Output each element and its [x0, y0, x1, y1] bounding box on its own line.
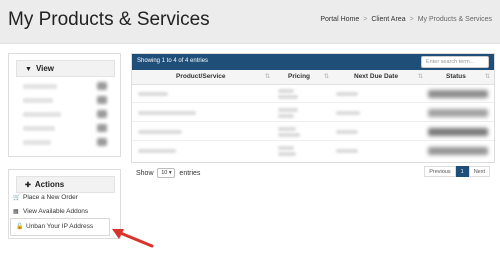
sort-icon[interactable]: ⇅ — [265, 73, 270, 80]
column-product-service[interactable]: Product/Service — [176, 73, 226, 80]
column-pricing[interactable]: Pricing — [288, 73, 310, 80]
unban-ip-address-link[interactable]: 🔓 Unban Your IP Address — [16, 223, 93, 230]
table-toolbar: Showing 1 to 4 of 4 entries Enter search… — [132, 54, 494, 70]
status-badge — [428, 147, 488, 155]
actions-panel-header: ✚ Actions — [16, 176, 115, 193]
pricing-cell — [278, 89, 294, 93]
product-cell — [138, 111, 196, 115]
product-cell — [138, 149, 176, 153]
product-cell — [138, 92, 168, 96]
table-row[interactable] — [132, 123, 494, 141]
view-filter-item[interactable] — [23, 98, 53, 103]
breadcrumb-separator: > — [409, 16, 414, 23]
filter-icon: ▼ — [25, 66, 32, 73]
cubes-icon: ▦ — [13, 209, 19, 215]
entries-info: Showing 1 to 4 of 4 entries — [137, 58, 209, 64]
services-table: Showing 1 to 4 of 4 entries Enter search… — [131, 53, 495, 163]
breadcrumb-current: My Products & Services — [417, 16, 492, 23]
view-filter-item[interactable] — [23, 84, 57, 89]
view-filter-count-badge — [97, 96, 107, 104]
pagination: Previous 1 Next — [424, 166, 490, 177]
column-status[interactable]: Status — [446, 73, 466, 80]
view-panel-title: View — [35, 64, 55, 73]
view-filter-item[interactable] — [23, 126, 55, 131]
view-filter-item[interactable] — [23, 112, 61, 117]
pricing-cell — [278, 114, 294, 118]
table-row[interactable] — [132, 142, 494, 160]
sort-icon[interactable]: ⇅ — [485, 73, 490, 80]
due-date-cell — [336, 130, 358, 134]
chevron-down-icon: ▾ — [168, 170, 172, 176]
view-filter-count-badge — [97, 124, 107, 132]
actions-panel-title: Actions — [34, 180, 65, 189]
table-search-input[interactable]: Enter search term... — [421, 56, 489, 68]
pricing-cell — [278, 95, 298, 99]
pagination-page-1-button[interactable]: 1 — [455, 166, 469, 177]
pricing-cell — [278, 133, 300, 137]
shopping-cart-icon: 🛒 — [13, 195, 21, 201]
sort-icon[interactable]: ⇅ — [418, 73, 423, 80]
page-size-value: 10 — [161, 170, 168, 176]
unban-ip-address-label: Unban Your IP Address — [26, 223, 94, 230]
page-size-select[interactable]: 10 ▾ — [157, 168, 176, 178]
table-row[interactable] — [132, 85, 494, 103]
page-header: My Products & Services Portal Home > Clien… — [0, 0, 500, 44]
column-next-due-date[interactable]: Next Due Date — [354, 73, 398, 80]
breadcrumb: Portal Home > Client Area > My Products & Se… — [320, 16, 492, 23]
view-panel-header[interactable]: ▼ View — [16, 60, 115, 77]
pagination-previous-button[interactable]: Previous — [424, 166, 456, 177]
breadcrumb-portal-home[interactable]: Portal Home — [320, 16, 359, 23]
view-filter-count-badge — [97, 110, 107, 118]
view-filter-item[interactable] — [23, 140, 51, 145]
unlock-icon: 🔓 — [16, 224, 24, 230]
entries-label: entries — [179, 169, 201, 177]
pricing-cell — [278, 108, 298, 112]
table-row[interactable] — [132, 104, 494, 122]
breadcrumb-separator: > — [363, 16, 368, 23]
due-date-cell — [336, 149, 358, 153]
place-new-order-link[interactable]: 🛒 Place a New Order — [13, 194, 78, 201]
pricing-cell — [278, 146, 294, 150]
due-date-cell — [336, 92, 358, 96]
pricing-cell — [278, 152, 296, 156]
due-date-cell — [336, 111, 360, 115]
place-new-order-label: Place a New Order — [23, 194, 78, 201]
table-header: Product/Service ⇅ Pricing ⇅ Next Due Dat… — [132, 70, 494, 85]
status-badge — [428, 90, 488, 98]
pagination-next-button[interactable]: Next — [468, 166, 490, 177]
view-filter-count-badge — [97, 138, 107, 146]
view-filter-count-badge — [97, 82, 107, 90]
show-label: Show — [136, 169, 154, 177]
status-badge — [428, 109, 488, 117]
status-badge — [428, 128, 488, 136]
pricing-cell — [278, 127, 296, 131]
sort-icon[interactable]: ⇅ — [324, 73, 329, 80]
page-title: My Products & Services — [8, 9, 210, 30]
breadcrumb-client-area[interactable]: Client Area — [371, 16, 405, 23]
view-available-addons-link[interactable]: ▦ View Available Addons — [13, 208, 88, 215]
view-panel: ▼ View — [8, 53, 121, 157]
plus-icon: ✚ — [25, 182, 31, 189]
page-size-control: Show 10 ▾ entries — [136, 168, 200, 178]
view-available-addons-label: View Available Addons — [23, 208, 89, 215]
annotation-arrow-icon — [112, 229, 154, 248]
product-cell — [138, 130, 182, 134]
